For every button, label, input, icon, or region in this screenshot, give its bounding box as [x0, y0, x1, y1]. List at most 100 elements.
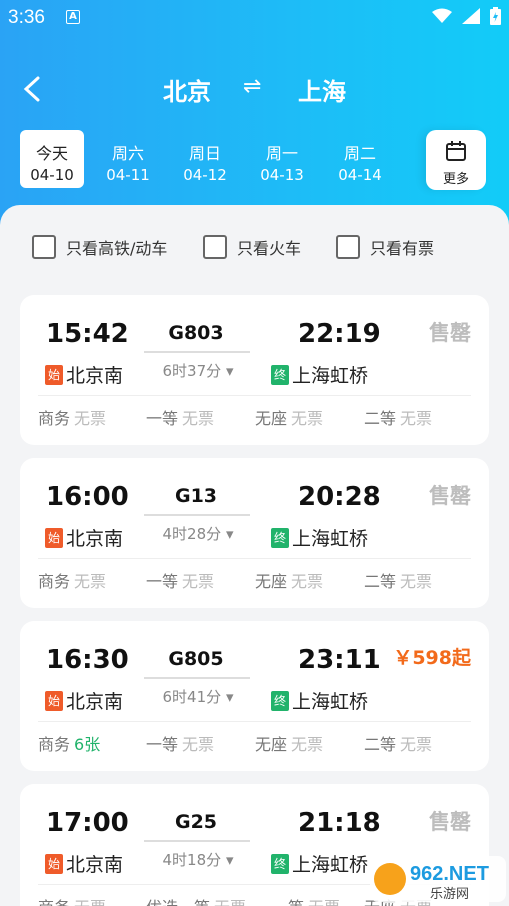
- date-tab-4[interactable]: 周二 04-14: [328, 130, 392, 188]
- date-day: 周一: [265, 144, 298, 163]
- arrival-time: 21:18: [298, 808, 381, 838]
- date-tab-0[interactable]: 今天 04-10: [20, 130, 84, 188]
- seat-value: 无票: [74, 572, 107, 591]
- date-day: 周日: [188, 144, 221, 163]
- train-card[interactable]: 16:00 G13 4时28分 ▾ 20:28 售罄 始北京南 终上海虹桥 商务…: [20, 458, 489, 608]
- station-name: 上海虹桥: [292, 365, 369, 387]
- status-text: 售罄: [429, 810, 471, 834]
- checkbox[interactable]: [203, 235, 227, 259]
- divider: [38, 395, 471, 396]
- station-name: 北京南: [66, 691, 124, 713]
- seat-label: 商务: [38, 898, 70, 906]
- filter-train[interactable]: 只看火车: [203, 235, 301, 259]
- price-text[interactable]: ￥598起: [393, 643, 471, 670]
- duration[interactable]: 4时18分 ▾: [146, 849, 250, 870]
- status-time: 3:36: [8, 7, 45, 28]
- start-tag: 始: [45, 527, 63, 548]
- seat-value: 6张: [74, 735, 101, 754]
- seat-label: 二等: [364, 735, 397, 754]
- arrival-time: 23:11: [298, 645, 381, 675]
- caret-down-icon: ▾: [225, 851, 234, 869]
- date-date: 04-11: [106, 166, 150, 184]
- train-number: G13: [174, 485, 218, 507]
- seat-value: 无票: [74, 898, 106, 906]
- seat-value: 无票: [308, 898, 340, 906]
- start-tag: 始: [45, 853, 63, 874]
- seat-info: 商务无票: [38, 894, 106, 906]
- arrival-station: 终上海虹桥: [271, 850, 368, 877]
- arrival-station: 终上海虹桥: [271, 524, 368, 551]
- arrival-station: 终上海虹桥: [271, 687, 368, 714]
- filter-high-speed[interactable]: 只看高铁/动车: [32, 235, 167, 259]
- seat-value: 无票: [400, 735, 433, 754]
- divider: [38, 558, 471, 559]
- seat-label: 一等: [146, 572, 179, 591]
- caret-down-icon: ▾: [225, 525, 234, 543]
- departure-station: 始北京南: [45, 361, 123, 388]
- arrival-time: 22:19: [298, 319, 381, 349]
- seat-info: 一等无票: [146, 731, 214, 755]
- seat-info: 商务无票: [38, 405, 106, 429]
- seat-value: 无票: [182, 572, 215, 591]
- arrival-station: 终上海虹桥: [271, 361, 368, 388]
- status-icons: [432, 7, 501, 25]
- to-city[interactable]: 上海: [298, 72, 346, 107]
- seat-value: 无票: [291, 572, 324, 591]
- date-tab-2[interactable]: 周日 04-12: [173, 130, 237, 188]
- end-tag: 终: [271, 527, 289, 548]
- status-bar: 3:36 A: [0, 0, 509, 36]
- date-day: 今天: [35, 144, 68, 163]
- more-dates-button[interactable]: 更多: [426, 130, 486, 190]
- date-day: 周六: [111, 144, 144, 163]
- filter-row: 只看高铁/动车 只看火车 只看有票: [0, 235, 509, 265]
- seat-info: 二等 无票: [364, 568, 432, 592]
- seat-info: 优选一等无票: [146, 894, 246, 906]
- duration[interactable]: 6时37分 ▾: [146, 360, 250, 381]
- end-tag: 终: [271, 364, 289, 385]
- more-label: 更多: [442, 172, 469, 187]
- seat-value: 无票: [182, 409, 215, 428]
- start-tag: 始: [45, 690, 63, 711]
- from-city[interactable]: 北京: [163, 72, 211, 107]
- seat-value: 无票: [214, 898, 246, 906]
- swap-icon[interactable]: ⇌: [243, 74, 261, 99]
- status-text: 售罄: [429, 484, 471, 508]
- wifi-icon: [432, 8, 452, 23]
- date-tab-1[interactable]: 周六 04-11: [96, 130, 160, 188]
- station-name: 上海虹桥: [292, 528, 369, 550]
- seat-info: 二等 无票: [364, 405, 432, 429]
- filter-label: 只看高铁/动车: [66, 239, 168, 258]
- duration[interactable]: 4时28分 ▾: [146, 523, 250, 544]
- seat-info: 一等无票: [146, 568, 214, 592]
- duration-text: 6时41分: [162, 688, 222, 706]
- filter-available[interactable]: 只看有票: [336, 235, 434, 259]
- start-tag: 始: [45, 364, 63, 385]
- back-arrow-icon[interactable]: [18, 72, 48, 106]
- seat-value: 无票: [400, 572, 433, 591]
- date-tab-3[interactable]: 周一 04-13: [250, 130, 314, 188]
- departure-station: 始北京南: [45, 850, 123, 877]
- seat-info: 无座无票: [255, 405, 323, 429]
- date-selector: 今天 04-10 周六 04-11 周日 04-12 周一 04-13 周二 0…: [0, 130, 509, 190]
- seat-label: 无座: [255, 735, 288, 754]
- station-name: 北京南: [66, 365, 124, 387]
- checkbox[interactable]: [32, 235, 56, 259]
- seat-label: 无座: [255, 409, 288, 428]
- route-line: [144, 351, 250, 353]
- watermark-text: 962.NET: [410, 863, 489, 885]
- seat-label: 二等: [364, 572, 397, 591]
- calendar-icon: [446, 141, 466, 161]
- train-card[interactable]: 16:30 G805 6时41分 ▾ 23:11 ￥598起 始北京南 终上海虹…: [20, 621, 489, 771]
- duration-text: 4时18分: [162, 851, 222, 869]
- caret-down-icon: ▾: [225, 688, 234, 706]
- duration-text: 4时28分: [162, 525, 222, 543]
- seat-info: 无座无票: [255, 568, 323, 592]
- seat-label: 商务: [38, 572, 71, 591]
- date-date: 04-14: [338, 166, 382, 184]
- route-line: [144, 677, 250, 679]
- train-card[interactable]: 15:42 G803 6时37分 ▾ 22:19 售罄 始北京南 终上海虹桥 商…: [20, 295, 489, 445]
- checkbox[interactable]: [336, 235, 360, 259]
- duration[interactable]: 6时41分 ▾: [146, 686, 250, 707]
- seat-label: 二等: [364, 409, 397, 428]
- duration-text: 6时37分: [162, 362, 222, 380]
